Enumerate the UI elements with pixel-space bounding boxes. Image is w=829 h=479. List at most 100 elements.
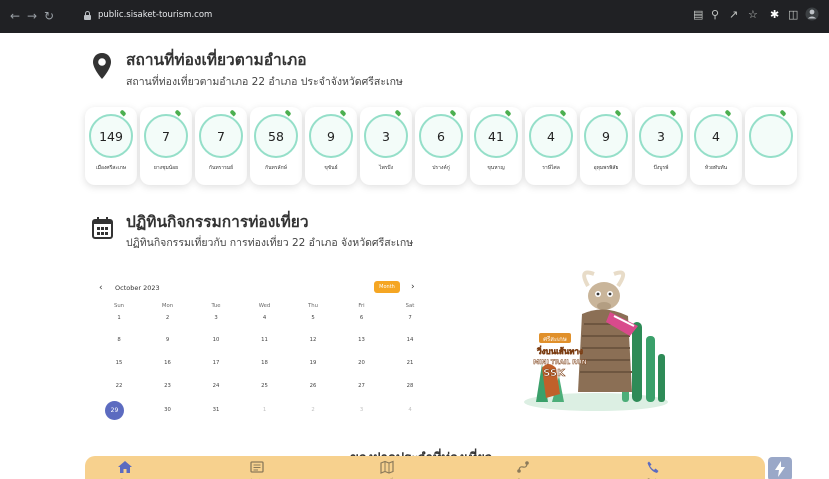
chevron-right-icon[interactable]: › [411, 282, 415, 292]
calendar-day[interactable]: 3 [342, 407, 382, 413]
calendar-day[interactable]: 7 [390, 315, 430, 321]
weekday-header: Tue [211, 303, 221, 309]
calendar-day[interactable]: 25 [245, 383, 285, 389]
address-bar[interactable]: public.sisaket-tourism.com [76, 6, 676, 27]
calendar-icon [92, 217, 113, 239]
calendar-day[interactable]: 1 [99, 315, 139, 321]
calendar-day[interactable]: 2 [293, 407, 333, 413]
month-view-button[interactable]: Month [374, 281, 400, 293]
district-card[interactable]: 149 เมืองศรีสะเกษ [85, 107, 137, 185]
calendar-day[interactable]: 20 [342, 360, 382, 366]
district-count-circle: 4 [529, 114, 573, 158]
reload-icon[interactable]: ↻ [44, 10, 54, 22]
calendar-day[interactable]: 3 [196, 315, 236, 321]
calendar-day[interactable]: 16 [148, 360, 188, 366]
calendar-day-selected[interactable]: 29 [105, 401, 124, 420]
calendar-day[interactable]: 24 [196, 383, 236, 389]
calendar-day[interactable]: 14 [390, 337, 430, 343]
district-card[interactable]: 9 อุทุมพรพิสัย [580, 107, 632, 185]
calendar-day[interactable]: 4 [245, 315, 285, 321]
calendar-day[interactable]: 30 [148, 407, 188, 413]
bottom-navigation: หน้าแรก ข่าวสาร แผนที่ เส้นทาง ติดต่อ [85, 456, 765, 479]
calendar-day[interactable]: 2 [148, 315, 188, 321]
district-count: 58 [268, 128, 284, 144]
calendar-day[interactable]: 10 [196, 337, 236, 343]
weekday-header: Mon [161, 303, 174, 309]
calendar-day[interactable]: 4 [390, 407, 430, 413]
forward-icon[interactable]: → [27, 10, 37, 22]
district-card[interactable]: 4 ห้วยทับทัน [690, 107, 742, 185]
home-icon [117, 459, 133, 473]
calendar-day[interactable]: 9 [148, 337, 188, 343]
calendar-day[interactable]: 26 [293, 383, 333, 389]
install-icon[interactable]: ▤ [693, 9, 703, 21]
phone-icon [645, 459, 661, 473]
chevron-left-icon[interactable]: ‹ [99, 283, 103, 293]
calendar-day[interactable]: 15 [99, 360, 139, 366]
calendar-day[interactable]: 31 [196, 407, 236, 413]
district-card[interactable]: 9 ขุขันธ์ [305, 107, 357, 185]
nav-item-phone[interactable]: ติดต่อ [613, 456, 693, 479]
district-cards-strip[interactable]: 149 เมืองศรีสะเกษ 7 ยางชุมน้อย 7 กันทรารมย์ 58… [85, 107, 797, 197]
url-text[interactable]: public.sisaket-tourism.com [98, 10, 212, 20]
district-count-circle: 58 [254, 114, 298, 158]
zoom-icon[interactable]: ⚲ [711, 9, 719, 21]
nav-item-home[interactable]: หน้าแรก [85, 456, 165, 479]
nav-item-news[interactable]: ข่าวสาร [217, 456, 297, 479]
district-card[interactable] [745, 107, 797, 185]
district-count-circle: 6 [419, 114, 463, 158]
district-count-circle: 41 [474, 114, 518, 158]
district-count: 6 [437, 128, 445, 144]
district-count-circle: 3 [364, 114, 408, 158]
district-count: 7 [162, 128, 170, 144]
nav-item-route[interactable]: เส้นทาง [483, 456, 563, 479]
district-card[interactable]: 7 ยางชุมน้อย [140, 107, 192, 185]
district-count: 41 [488, 128, 504, 144]
calendar-day[interactable]: 28 [390, 383, 430, 389]
district-name: ไพรบึง [378, 165, 394, 171]
browser-toolbar: ← → ↻ public.sisaket-tourism.com ▤ ⚲ ↗ ☆… [0, 0, 829, 33]
share-icon[interactable]: ↗ [729, 9, 738, 21]
district-card[interactable]: 58 กันทรลักษ์ [250, 107, 302, 185]
district-count: 4 [712, 128, 720, 144]
profile-avatar[interactable] [805, 7, 819, 24]
calendar-day[interactable]: 8 [99, 337, 139, 343]
calendar-day[interactable]: 11 [245, 337, 285, 343]
bookmark-star-icon[interactable]: ☆ [748, 9, 758, 21]
map-pin-icon [93, 53, 111, 79]
calendar-day[interactable]: 1 [245, 407, 285, 413]
district-card[interactable]: 4 ราษีไศล [525, 107, 577, 185]
lock-icon [84, 11, 91, 20]
calendar-day[interactable]: 12 [293, 337, 333, 343]
calendar-day[interactable]: 13 [342, 337, 382, 343]
calendar-day[interactable]: 27 [342, 383, 382, 389]
district-card[interactable]: 7 กันทรารมย์ [195, 107, 247, 185]
calendar-day[interactable]: 22 [99, 383, 139, 389]
district-count-circle: 9 [309, 114, 353, 158]
quick-action-button[interactable] [768, 457, 792, 479]
poster-line1: MINI TRAIL RUN [533, 359, 587, 366]
side-panel-icon[interactable]: ◫ [788, 9, 798, 21]
nav-item-map[interactable]: แผนที่ [347, 456, 427, 479]
district-name: บึงบูรพ์ [653, 165, 669, 171]
district-card[interactable]: 41 ขุนหาญ [470, 107, 522, 185]
district-card[interactable]: 6 ปรางค์กู่ [415, 107, 467, 185]
calendar-day[interactable]: 23 [148, 383, 188, 389]
district-card[interactable]: 3 บึงบูรพ์ [635, 107, 687, 185]
event-calendar: ‹ October 2023 Month › Sun Mon Tue Wed Thu Fr… [95, 279, 425, 429]
event-poster-image[interactable]: ศรีสะเกษ วิ่งบนเส้นทาง MINI TRAIL RUN SS… [512, 264, 680, 418]
weekday-header: Sun [113, 303, 125, 309]
district-count-circle: 149 [89, 114, 133, 158]
weekday-header: Thu [308, 303, 318, 309]
calendar-day[interactable]: 19 [293, 360, 333, 366]
calendar-day[interactable]: 6 [342, 315, 382, 321]
calendar-day[interactable]: 18 [245, 360, 285, 366]
calendar-day[interactable]: 5 [293, 315, 333, 321]
calendar-day[interactable]: 17 [196, 360, 236, 366]
district-name: อุทุมพรพิสัย [593, 165, 619, 171]
district-card[interactable]: 3 ไพรบึง [360, 107, 412, 185]
extensions-icon[interactable]: ✱ [770, 9, 779, 21]
back-icon[interactable]: ← [10, 10, 20, 22]
calendar-day[interactable]: 21 [390, 360, 430, 366]
weekday-header: Wed [258, 303, 271, 309]
